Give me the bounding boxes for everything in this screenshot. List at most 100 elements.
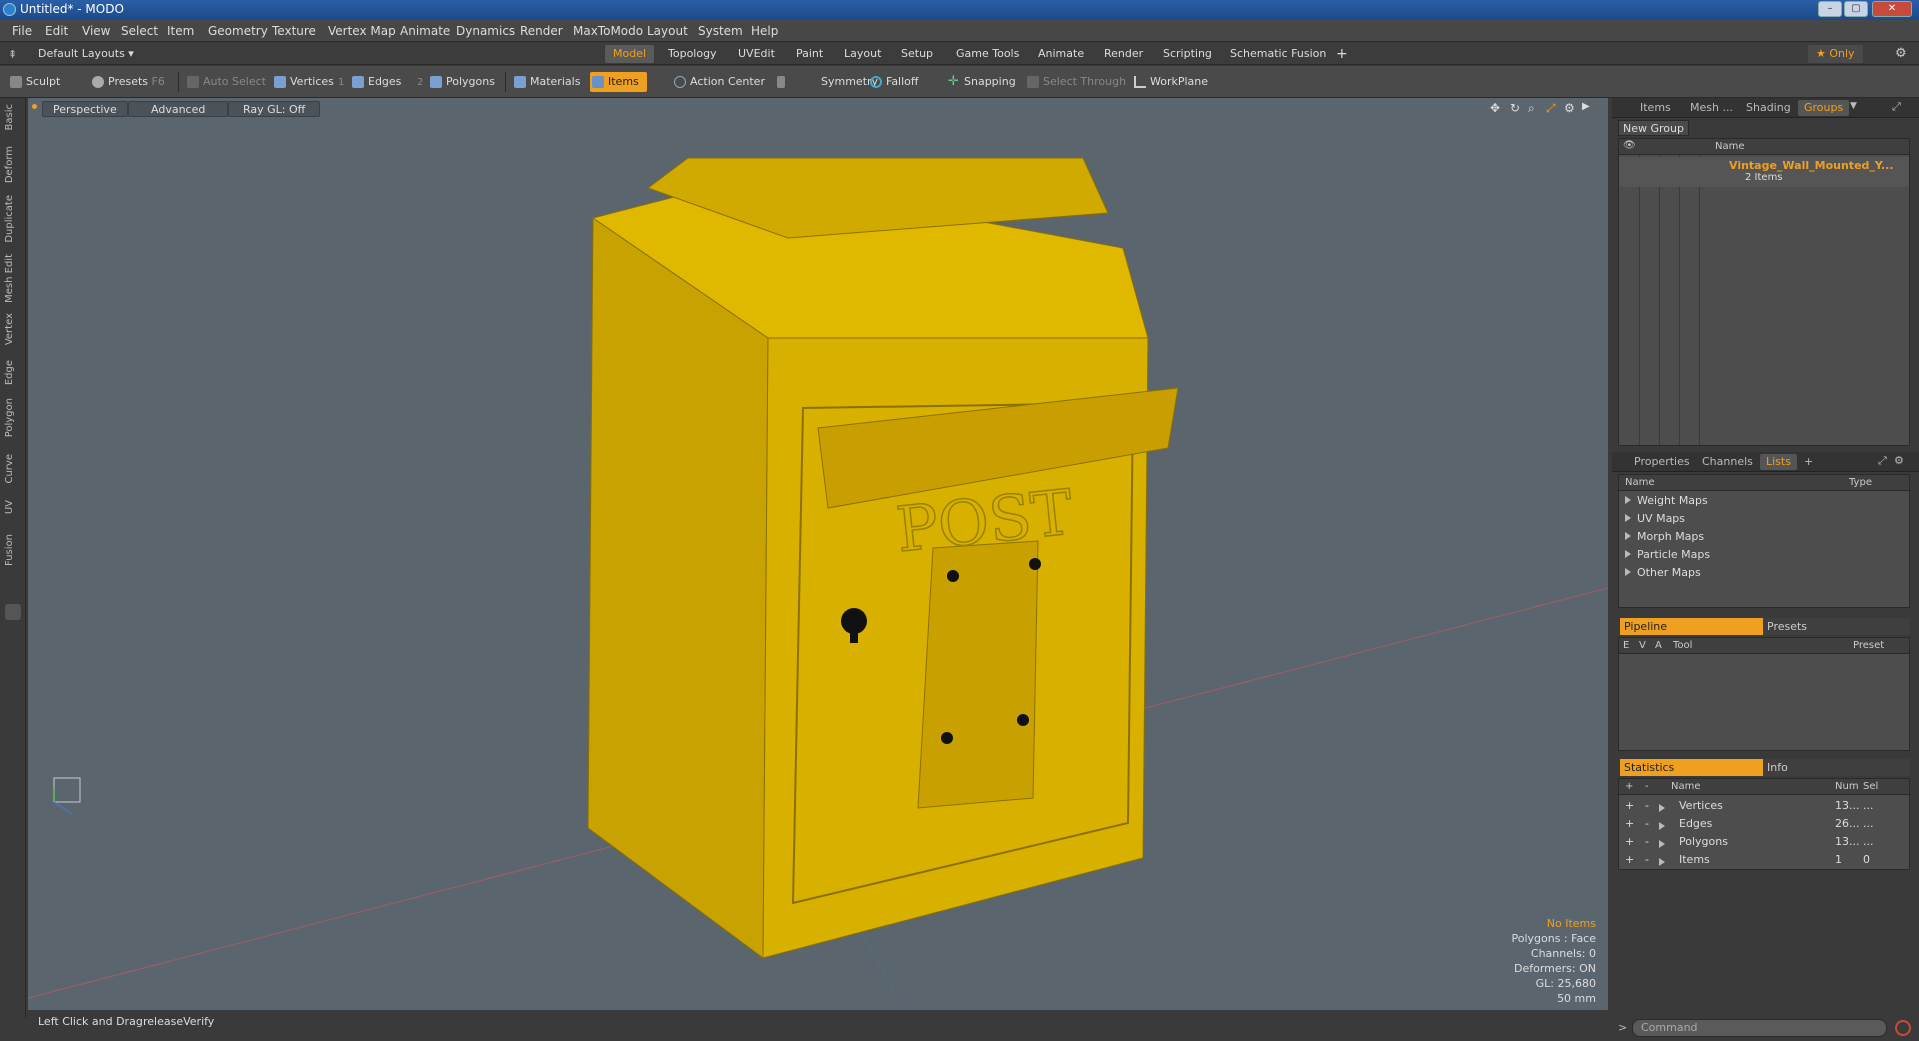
vtab-curve[interactable]: Curve xyxy=(4,454,22,484)
menu-view[interactable]: View xyxy=(82,24,110,38)
expand-icon[interactable]: ⤢ xyxy=(1892,100,1901,114)
presets-button[interactable]: Presets F6 xyxy=(90,72,165,92)
tab-presets[interactable]: Presets xyxy=(1763,618,1910,635)
close-button[interactable]: ✕ xyxy=(1872,1,1912,17)
stat-add-button[interactable]: + xyxy=(1625,799,1634,812)
command-input[interactable]: Command xyxy=(1632,1019,1887,1037)
list-item[interactable]: UV Maps xyxy=(1619,512,1909,530)
stat-row-edges[interactable]: + - Edges 26... ... xyxy=(1619,815,1909,833)
menu-maxtomodo[interactable]: MaxToModo xyxy=(573,24,643,38)
vertices-button[interactable]: Vertices xyxy=(272,72,334,92)
only-toggle[interactable]: ★ Only xyxy=(1808,45,1863,63)
tool-pin-button[interactable] xyxy=(5,604,21,620)
3d-viewport[interactable]: Perspective Advanced Ray GL: Off ✥ ↻ ⌕ ⤢… xyxy=(28,98,1608,1010)
tab-statistics[interactable]: Statistics xyxy=(1620,759,1763,776)
info-no-items: No Items xyxy=(1546,917,1596,930)
vtab-polygon[interactable]: Polygon xyxy=(4,398,22,437)
add-panel-tab[interactable]: + xyxy=(1798,454,1819,470)
stat-remove-button[interactable]: - xyxy=(1645,817,1649,830)
menu-item[interactable]: Item xyxy=(167,24,194,38)
maximize-button[interactable]: ▢ xyxy=(1844,1,1868,17)
tab-mesh[interactable]: Mesh ... xyxy=(1684,100,1739,116)
tab-paint[interactable]: Paint xyxy=(788,45,831,63)
vtab-deform[interactable]: Deform xyxy=(4,146,22,183)
tab-groups[interactable]: Groups xyxy=(1798,100,1850,116)
tab-topology[interactable]: Topology xyxy=(660,45,725,63)
materials-button[interactable]: Materials xyxy=(512,72,580,92)
stat-add-button[interactable]: + xyxy=(1625,835,1634,848)
vtab-uv[interactable]: UV xyxy=(4,500,22,514)
select-through-button[interactable]: Select Through xyxy=(1025,72,1126,92)
tab-pipeline[interactable]: Pipeline xyxy=(1620,618,1763,635)
new-group-button[interactable]: New Group xyxy=(1618,120,1689,136)
stat-row-items[interactable]: + - Items 1 0 xyxy=(1619,851,1909,869)
add-tab-button[interactable]: + xyxy=(1328,45,1356,63)
menu-vertex-map[interactable]: Vertex Map xyxy=(328,24,396,38)
tab-setup[interactable]: Setup xyxy=(893,45,941,63)
tab-info[interactable]: Info xyxy=(1763,759,1910,776)
tab-items[interactable]: Items xyxy=(1634,100,1677,116)
menu-animate[interactable]: Animate xyxy=(400,24,450,38)
tab-uvedit[interactable]: UVEdit xyxy=(730,45,783,63)
stat-row-vertices[interactable]: + - Vertices 13... ... xyxy=(1619,797,1909,815)
record-icon[interactable] xyxy=(1895,1020,1911,1036)
vtab-mesh-edit[interactable]: Mesh Edit xyxy=(4,254,22,303)
tab-schematic-fusion[interactable]: Schematic Fusion xyxy=(1222,45,1334,63)
tab-scripting[interactable]: Scripting xyxy=(1155,45,1220,63)
gear-icon[interactable]: ⚙ xyxy=(1895,46,1907,61)
menu-file[interactable]: File xyxy=(12,24,32,38)
tab-layout[interactable]: Layout xyxy=(836,45,889,63)
tab-lists[interactable]: Lists xyxy=(1760,454,1797,470)
vtab-vertex[interactable]: Vertex xyxy=(4,313,22,345)
expand-icon[interactable]: ⤢ xyxy=(1878,454,1887,468)
chevron-down-icon[interactable]: ▼ xyxy=(1850,101,1857,111)
stat-remove-button[interactable]: - xyxy=(1645,853,1649,866)
edges-button[interactable]: Edges xyxy=(350,72,401,92)
menu-dynamics[interactable]: Dynamics xyxy=(456,24,515,38)
info-gl: GL: 25,680 xyxy=(1535,977,1596,990)
layout-arrow-icon[interactable]: ⇞ xyxy=(8,48,17,61)
list-item[interactable]: Morph Maps xyxy=(1619,530,1909,548)
layout-selector[interactable]: Default Layouts ▾ xyxy=(30,45,142,63)
vtab-basic[interactable]: Basic xyxy=(4,104,22,130)
sculpt-button[interactable]: Sculpt xyxy=(8,72,60,92)
items-button[interactable]: Items xyxy=(590,72,647,92)
vtab-fusion[interactable]: Fusion xyxy=(4,534,22,566)
stat-remove-button[interactable]: - xyxy=(1645,835,1649,848)
menu-help[interactable]: Help xyxy=(751,24,778,38)
tab-shading[interactable]: Shading xyxy=(1740,100,1797,116)
vtab-duplicate[interactable]: Duplicate xyxy=(4,195,22,243)
tab-render[interactable]: Render xyxy=(1096,45,1151,63)
stat-remove-button[interactable]: - xyxy=(1645,799,1649,812)
tab-animate[interactable]: Animate xyxy=(1030,45,1092,63)
snapping-button[interactable]: ✛ Snapping xyxy=(946,72,1016,92)
list-item[interactable]: Other Maps xyxy=(1619,566,1909,584)
action-center-button[interactable]: Action Center xyxy=(672,72,765,92)
gear-icon[interactable]: ⚙ xyxy=(1894,454,1904,467)
tab-game-tools[interactable]: Game Tools xyxy=(948,45,1027,63)
tab-properties[interactable]: Properties xyxy=(1628,454,1696,470)
mailbox-left-face xyxy=(587,217,769,959)
menu-select[interactable]: Select xyxy=(121,24,158,38)
vtab-edge[interactable]: Edge xyxy=(4,360,22,385)
group-row[interactable]: Vintage_Wall_Mounted_Y... 2 Items xyxy=(1619,157,1909,187)
polygons-button[interactable]: Polygons xyxy=(428,72,495,92)
list-item[interactable]: Weight Maps xyxy=(1619,494,1909,512)
tab-model[interactable]: Model xyxy=(605,45,655,63)
workplane-button[interactable]: WorkPlane xyxy=(1132,72,1208,92)
falloff-button[interactable]: Falloff xyxy=(868,72,918,92)
stat-add-button[interactable]: + xyxy=(1625,817,1634,830)
auto-select-button[interactable]: Auto Select xyxy=(185,72,266,92)
menu-geometry[interactable]: Geometry xyxy=(208,24,268,38)
stat-add-button[interactable]: + xyxy=(1625,853,1634,866)
symmetry-button[interactable]: Symmetry xyxy=(775,72,878,92)
menu-edit[interactable]: Edit xyxy=(45,24,68,38)
menu-texture[interactable]: Texture xyxy=(272,24,316,38)
tab-channels[interactable]: Channels xyxy=(1696,454,1759,470)
list-item[interactable]: Particle Maps xyxy=(1619,548,1909,566)
menu-layout[interactable]: Layout xyxy=(647,24,688,38)
minimize-button[interactable]: – xyxy=(1818,1,1842,17)
menu-render[interactable]: Render xyxy=(520,24,563,38)
stat-row-polygons[interactable]: + - Polygons 13... ... xyxy=(1619,833,1909,851)
menu-system[interactable]: System xyxy=(698,24,743,38)
